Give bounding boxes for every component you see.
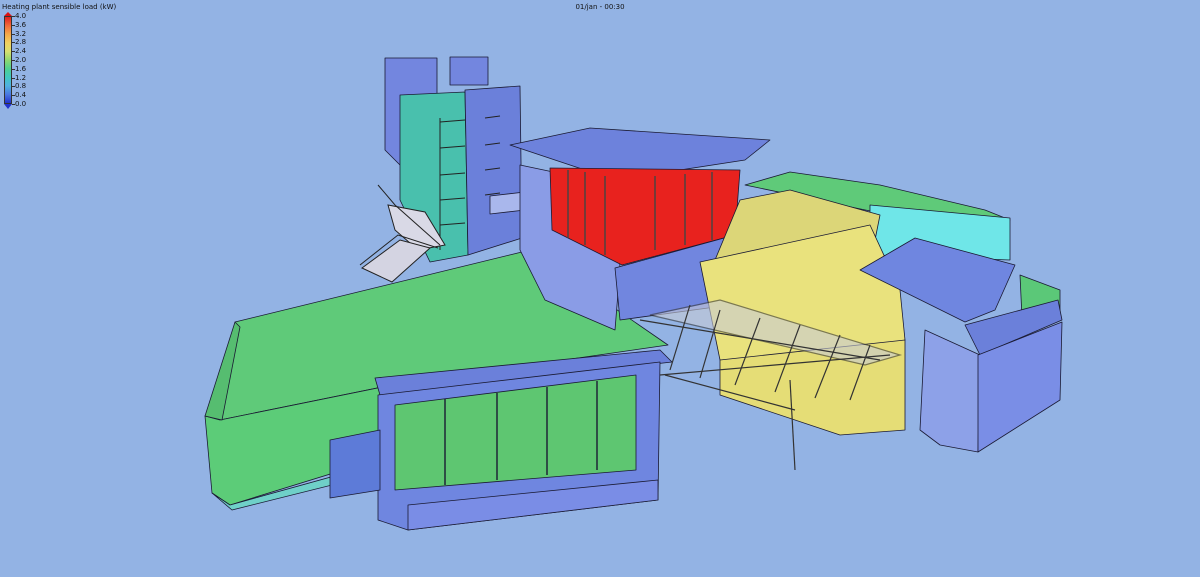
legend-title: Heating plant sensible load (kW) (2, 3, 117, 11)
zone-front-glazed (329, 349, 673, 531)
legend-tick-label: 2.4 (15, 47, 27, 56)
legend-tick-label: 1.2 (15, 73, 27, 82)
legend-tick-label: 0.0 (15, 100, 27, 108)
legend-tick-label: 2.8 (15, 38, 27, 47)
legend-tick-label: 0.8 (15, 82, 27, 91)
legend-tick-label: 3.6 (15, 20, 27, 29)
color-scale-bar (4, 16, 12, 104)
legend-tick-label: 3.2 (15, 29, 27, 38)
legend-tick-label: 1.6 (15, 64, 27, 73)
colorbar-min-arrow-icon (4, 104, 12, 109)
simulation-timestamp: 01/jan - 00:30 (575, 3, 625, 11)
legend-tick-label: 0.4 (15, 91, 27, 100)
legend-tick-label: 2.0 (15, 56, 27, 64)
legend-tick-label: 4.0 (15, 12, 27, 20)
heating-load-legend: Heating plant sensible load (kW) 4.0 3.6 3… (2, 3, 117, 109)
3d-building-viewport[interactable] (0, 0, 1200, 577)
